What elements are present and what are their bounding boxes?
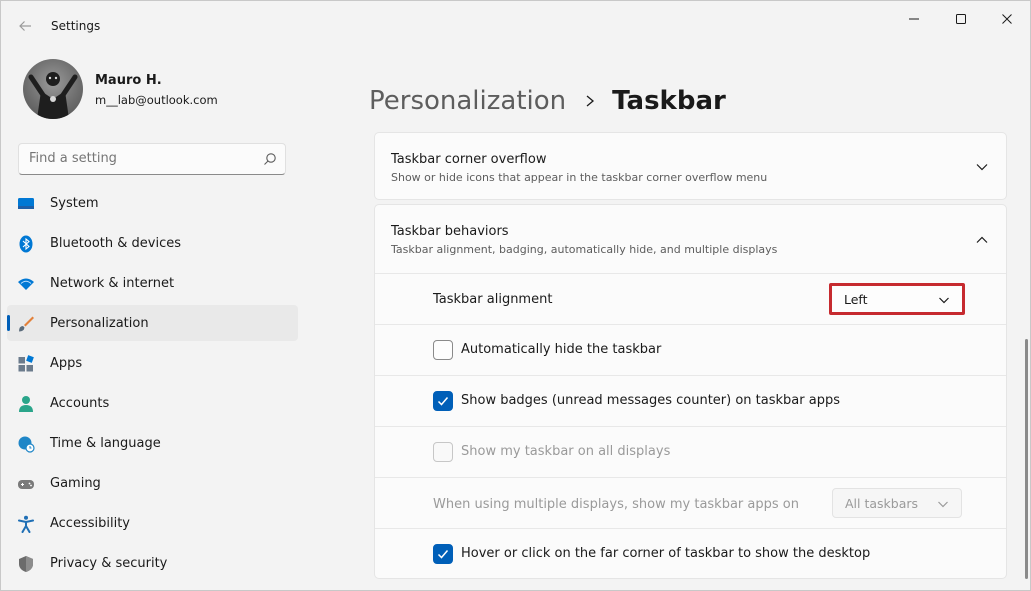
- section-title: Taskbar behaviors: [391, 224, 509, 239]
- sidebar-item-label: Accessibility: [50, 515, 130, 531]
- section-description: Show or hide icons that appear in the ta…: [391, 171, 768, 184]
- wifi-icon: [18, 278, 34, 290]
- shield-icon: [19, 556, 33, 572]
- sidebar-item-label: Time & language: [50, 435, 161, 451]
- scrollbar[interactable]: [1025, 339, 1028, 579]
- close-icon: [1002, 14, 1012, 24]
- user-email: m__lab@outlook.com: [95, 93, 218, 107]
- sidebar-item-gaming[interactable]: Gaming: [7, 465, 298, 501]
- sidebar-item-label: Accounts: [50, 395, 110, 411]
- person-icon: [19, 396, 33, 412]
- bluetooth-icon: [19, 235, 33, 253]
- sidebar-item-accessibility[interactable]: Accessibility: [7, 505, 298, 541]
- avatar: [23, 59, 83, 119]
- multi-display-label: When using multiple displays, show my ta…: [433, 497, 799, 512]
- taskbar-alignment-dropdown[interactable]: Left: [829, 283, 965, 315]
- maximize-button[interactable]: [938, 5, 984, 33]
- maximize-icon: [956, 14, 966, 24]
- sidebar-item-time-language[interactable]: Time & language: [7, 425, 298, 461]
- auto-hide-checkbox[interactable]: [433, 340, 453, 360]
- all-displays-checkbox[interactable]: [433, 442, 453, 462]
- taskbar-behaviors-section: Taskbar behaviors Taskbar alignment, bad…: [374, 204, 1007, 579]
- sidebar-item-apps[interactable]: Apps: [7, 345, 298, 381]
- taskbar-corner-overflow-section[interactable]: Taskbar corner overflow Show or hide ico…: [374, 132, 1007, 200]
- chevron-right-icon: [586, 95, 595, 107]
- user-name: Mauro H.: [95, 73, 162, 88]
- minimize-icon: [909, 18, 919, 20]
- back-button[interactable]: [11, 12, 39, 40]
- sidebar-item-bluetooth[interactable]: Bluetooth & devices: [7, 225, 298, 261]
- close-button[interactable]: [984, 5, 1030, 33]
- multi-display-row: When using multiple displays, show my ta…: [375, 477, 1006, 528]
- chevron-down-icon: [938, 501, 948, 508]
- chevron-up-icon[interactable]: [975, 233, 989, 247]
- apps-icon: [18, 355, 34, 372]
- minimize-button[interactable]: [891, 5, 937, 33]
- far-corner-label[interactable]: Hover or click on the far corner of task…: [461, 546, 870, 561]
- search-icon: [264, 153, 276, 165]
- all-displays-label[interactable]: Show my taskbar on all displays: [461, 444, 670, 459]
- badges-label[interactable]: Show badges (unread messages counter) on…: [461, 393, 840, 408]
- gamepad-icon: [18, 480, 34, 489]
- sidebar-item-network[interactable]: Network & internet: [7, 265, 298, 301]
- far-corner-row: Hover or click on the far corner of task…: [375, 528, 1006, 579]
- sidebar-item-label: Privacy & security: [50, 555, 168, 571]
- section-description: Taskbar alignment, badging, automaticall…: [391, 243, 778, 256]
- sidebar-item-label: Network & internet: [50, 275, 175, 291]
- sidebar-nav: System Bluetooth & devices Network & int…: [7, 185, 298, 585]
- chevron-down-icon[interactable]: [975, 160, 989, 174]
- chevron-down-icon: [939, 297, 949, 304]
- title-bar: Settings: [1, 1, 1030, 49]
- avatar-image-icon: [28, 72, 78, 119]
- multi-display-dropdown[interactable]: All taskbars: [832, 488, 962, 518]
- breadcrumb: Personalization Taskbar: [369, 81, 726, 121]
- taskbar-alignment-label: Taskbar alignment: [433, 292, 553, 307]
- user-profile[interactable]: Mauro H. m__lab@outlook.com: [23, 59, 313, 121]
- sidebar-item-label: Bluetooth & devices: [50, 235, 181, 251]
- sidebar-item-system[interactable]: System: [7, 185, 298, 221]
- system-icon: [18, 198, 34, 209]
- all-displays-row: Show my taskbar on all displays: [375, 426, 1006, 477]
- checkmark-icon: [437, 397, 449, 406]
- sidebar-item-personalization[interactable]: Personalization: [7, 305, 298, 341]
- app-title: Settings: [51, 19, 101, 33]
- globe-clock-icon: [18, 436, 35, 453]
- sidebar-item-accounts[interactable]: Accounts: [7, 385, 298, 421]
- badges-checkbox[interactable]: [433, 391, 453, 411]
- taskbar-alignment-row: Taskbar alignment Left: [375, 273, 1006, 324]
- search-box[interactable]: [18, 143, 286, 175]
- settings-window: Settings Mauro H. m__lab@outlook.com Fin…: [0, 0, 1031, 591]
- auto-hide-label[interactable]: Automatically hide the taskbar: [461, 342, 661, 357]
- auto-hide-row: Automatically hide the taskbar: [375, 324, 1006, 375]
- back-arrow-icon: [19, 21, 31, 31]
- section-title: Taskbar corner overflow: [391, 152, 547, 167]
- sidebar-item-label: System: [50, 195, 99, 211]
- dropdown-value: All taskbars: [845, 496, 919, 511]
- sidebar-item-privacy-security[interactable]: Privacy & security: [7, 545, 298, 581]
- sidebar-item-label: Personalization: [50, 315, 149, 331]
- far-corner-checkbox[interactable]: [433, 544, 453, 564]
- search-input[interactable]: [29, 151, 249, 166]
- checkmark-icon: [437, 550, 449, 559]
- page-title: Taskbar: [612, 86, 726, 116]
- badges-row: Show badges (unread messages counter) on…: [375, 375, 1006, 426]
- taskbar-behaviors-header[interactable]: Taskbar behaviors Taskbar alignment, bad…: [375, 205, 1006, 273]
- brush-icon: [19, 316, 34, 332]
- sidebar-item-label: Gaming: [50, 475, 101, 491]
- sidebar-item-label: Apps: [50, 355, 83, 371]
- breadcrumb-parent[interactable]: Personalization: [369, 86, 566, 116]
- dropdown-value: Left: [844, 292, 868, 307]
- accessibility-icon: [18, 515, 34, 533]
